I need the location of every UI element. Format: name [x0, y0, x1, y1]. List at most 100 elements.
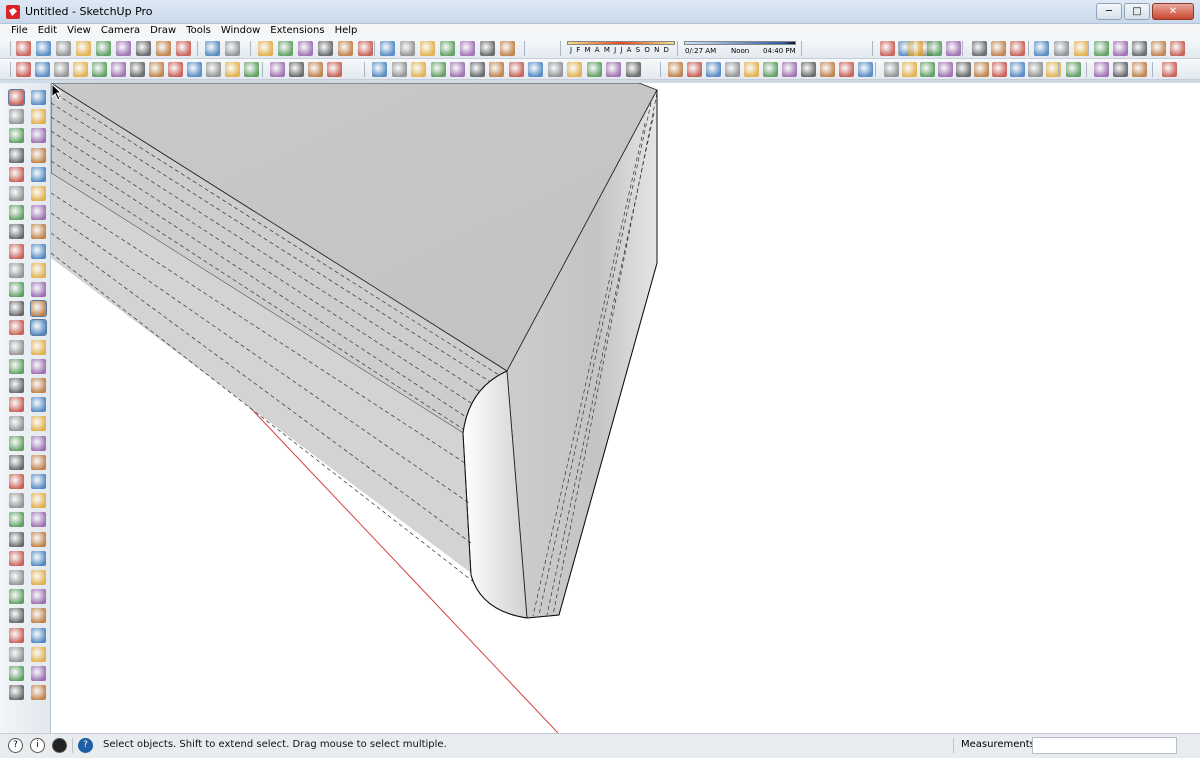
menu-help[interactable]: Help	[330, 24, 363, 38]
toolbar-tool-icon[interactable]	[725, 62, 740, 77]
toolbar-tool-icon[interactable]	[372, 62, 387, 77]
toolbar-tool-icon[interactable]	[116, 41, 131, 56]
help-icon[interactable]: ?	[78, 738, 93, 753]
toolbar-tool-icon[interactable]	[763, 62, 778, 77]
palette-tool-icon[interactable]	[9, 243, 24, 259]
palette-tool-icon[interactable]	[31, 378, 46, 393]
toolbar-tool-icon[interactable]	[338, 41, 353, 56]
palette-tool-icon[interactable]	[31, 435, 46, 451]
toolbar-tool-icon[interactable]	[16, 62, 31, 77]
toolbar-tool-icon[interactable]	[1094, 41, 1109, 56]
palette-tool-icon[interactable]	[9, 435, 24, 451]
toolbar-tool-icon[interactable]	[489, 62, 504, 77]
menu-file[interactable]: File	[6, 24, 33, 38]
menu-draw[interactable]: Draw	[145, 24, 181, 38]
shadow-time-slider[interactable]: 0/:27 AM Noon 04:40 PM	[684, 41, 796, 56]
toolbar-tool-icon[interactable]	[225, 62, 240, 77]
toolbar-tool-icon[interactable]	[111, 62, 126, 77]
toolbar-tool-icon[interactable]	[289, 62, 304, 77]
toolbar-tool-icon[interactable]	[358, 41, 373, 56]
toolbar-tool-icon[interactable]	[1054, 41, 1069, 56]
toolbar-tool-icon[interactable]	[946, 41, 961, 56]
palette-tool-icon[interactable]	[9, 474, 24, 489]
close-button[interactable]: ✕	[1152, 3, 1194, 20]
toolbar-tool-icon[interactable]	[1170, 41, 1185, 56]
toolbar-tool-icon[interactable]	[500, 41, 515, 56]
palette-tool-icon[interactable]	[31, 262, 46, 278]
toolbar-tool-icon[interactable]	[244, 62, 259, 77]
palette-tool-icon[interactable]	[31, 627, 46, 643]
palette-tool-icon[interactable]	[31, 166, 46, 182]
palette-tool-icon[interactable]	[9, 224, 24, 240]
toolbar-tool-icon[interactable]	[73, 62, 88, 77]
palette-tool-icon[interactable]	[31, 454, 46, 470]
toolbar-tool-icon[interactable]	[308, 62, 323, 77]
palette-tool-icon[interactable]	[9, 378, 24, 393]
menu-edit[interactable]: Edit	[33, 24, 62, 38]
toolbar-tool-icon[interactable]	[1034, 41, 1049, 56]
toolbar-tool-icon[interactable]	[1010, 62, 1025, 77]
toolbar-tool-icon[interactable]	[92, 62, 107, 77]
toolbar-tool-icon[interactable]	[76, 41, 91, 56]
palette-tool-icon[interactable]	[31, 512, 46, 528]
toolbar-tool-icon[interactable]	[450, 62, 465, 77]
toolbar-tool-icon[interactable]	[991, 41, 1006, 56]
toolbar-tool-icon[interactable]	[782, 62, 797, 77]
toolbar-tool-icon[interactable]	[225, 41, 240, 56]
palette-tool-icon[interactable]	[9, 570, 24, 585]
palette-tool-icon[interactable]	[31, 282, 46, 297]
palette-tool-icon[interactable]	[9, 320, 24, 336]
toolbar-tool-icon[interactable]	[318, 41, 333, 56]
toolbar-tool-icon[interactable]	[411, 62, 426, 77]
toolbar-tool-icon[interactable]	[801, 62, 816, 77]
palette-tool-icon[interactable]	[31, 474, 46, 489]
toolbar-tool-icon[interactable]	[440, 41, 455, 56]
toolbar-tool-icon[interactable]	[270, 62, 285, 77]
palette-tool-icon[interactable]	[9, 627, 24, 643]
toolbar-tool-icon[interactable]	[205, 41, 220, 56]
toolbar-tool-icon[interactable]	[956, 62, 971, 77]
toolbar-tool-icon[interactable]	[820, 62, 835, 77]
toolbar-tool-icon[interactable]	[1132, 41, 1147, 56]
palette-tool-icon[interactable]	[9, 186, 24, 201]
palette-tool-icon[interactable]	[9, 666, 24, 681]
toolbar-tool-icon[interactable]	[460, 41, 475, 56]
toolbar-tool-icon[interactable]	[687, 62, 702, 77]
palette-tool-icon[interactable]	[31, 646, 46, 662]
toolbar-tool-icon[interactable]	[420, 41, 435, 56]
shadow-month-slider[interactable]: J F M A M J J A S O N D	[567, 41, 675, 56]
modeling-viewport[interactable]	[51, 83, 1200, 733]
palette-tool-icon[interactable]	[9, 128, 24, 144]
palette-tool-icon[interactable]	[31, 493, 46, 509]
toolbar-tool-icon[interactable]	[668, 62, 683, 77]
palette-tool-icon[interactable]	[9, 147, 24, 163]
palette-tool-icon[interactable]	[31, 147, 46, 163]
toolbar-tool-icon[interactable]	[884, 62, 899, 77]
toolbar-tool-icon[interactable]	[187, 62, 202, 77]
palette-tool-icon[interactable]	[9, 493, 24, 509]
palette-tool-icon[interactable]	[31, 128, 46, 144]
toolbar-tool-icon[interactable]	[176, 41, 191, 56]
toolbar-tool-icon[interactable]	[96, 41, 111, 56]
toolbar-tool-icon[interactable]	[547, 62, 563, 77]
toolbar-tool-icon[interactable]	[278, 41, 293, 56]
toolbar-tool-icon[interactable]	[480, 41, 495, 56]
menu-extensions[interactable]: Extensions	[265, 24, 329, 38]
palette-tool-icon[interactable]	[31, 109, 46, 125]
palette-tool-icon[interactable]	[9, 262, 24, 278]
toolbar-tool-icon[interactable]	[168, 62, 183, 77]
palette-tool-icon[interactable]	[9, 646, 24, 662]
menu-tools[interactable]: Tools	[181, 24, 216, 38]
toolbar-tool-icon[interactable]	[327, 62, 342, 77]
toolbar-tool-icon[interactable]	[258, 41, 273, 56]
palette-tool-icon[interactable]	[9, 358, 24, 374]
palette-tool-icon[interactable]	[31, 550, 46, 566]
palette-tool-icon[interactable]	[9, 685, 24, 701]
palette-tool-icon[interactable]	[9, 166, 24, 182]
toolbar-tool-icon[interactable]	[880, 41, 895, 56]
toolbar-tool-icon[interactable]	[35, 62, 50, 77]
credits-icon[interactable]: i	[30, 738, 45, 753]
toolbar-tool-icon[interactable]	[1074, 41, 1089, 56]
palette-tool-icon[interactable]	[9, 205, 24, 221]
palette-tool-icon[interactable]	[9, 416, 24, 432]
